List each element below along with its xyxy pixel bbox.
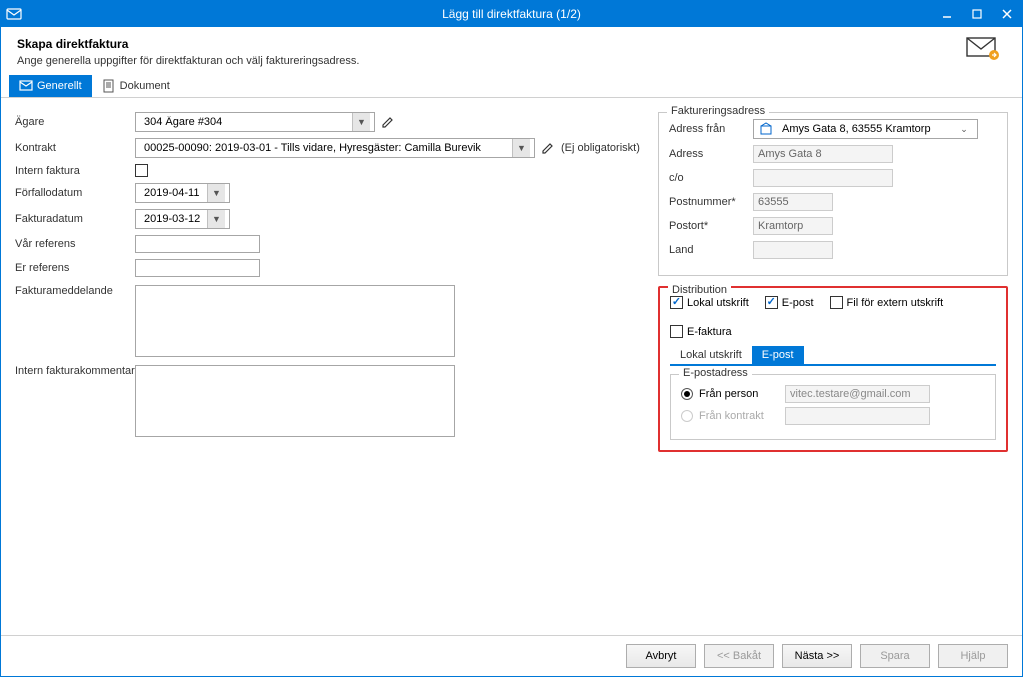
page-subtitle: Ange generella uppgifter för direktfaktu…	[17, 55, 966, 67]
owner-dropdown[interactable]: 304 Ägare #304 ▼	[135, 112, 375, 132]
address-icon	[758, 121, 774, 137]
adress-label: Adress	[669, 148, 753, 160]
window-controls	[932, 1, 1022, 27]
distribution-checkboxes: Lokal utskrift E-post Fil för extern uts…	[670, 296, 996, 338]
back-button[interactable]: << Bakåt	[704, 644, 774, 668]
contract-optional-note: (Ej obligatoriskt)	[561, 142, 640, 154]
window-title: Lägg till direktfaktura (1/2)	[1, 7, 1022, 21]
internal-invoice-label: Intern faktura	[15, 165, 135, 177]
epost-address-group: E-postadress Från person Från kontrakt	[670, 374, 996, 440]
invoice-date-value: 2019-03-12	[140, 213, 207, 225]
contract-label: Kontrakt	[15, 142, 135, 154]
your-ref-label: Er referens	[15, 262, 135, 274]
save-button[interactable]: Spara	[860, 644, 930, 668]
tab-generellt-label: Generellt	[37, 80, 82, 92]
efaktura-checkbox[interactable]: E-faktura	[670, 325, 732, 338]
land-value	[753, 241, 833, 259]
contract-edit-button[interactable]	[539, 139, 557, 157]
contract-dropdown[interactable]: 00025-00090: 2019-03-01 - Tills vidare, …	[135, 138, 535, 158]
internal-invoice-checkbox[interactable]	[135, 164, 148, 177]
local-print-checkbox[interactable]: Lokal utskrift	[670, 296, 749, 309]
billing-address-group: Faktureringsadress Adress från Amys Gata…	[658, 112, 1008, 276]
billing-address-legend: Faktureringsadress	[667, 105, 769, 117]
owner-value: 304 Ägare #304	[140, 116, 352, 128]
invoice-date-picker[interactable]: 2019-03-12 ▼	[135, 209, 230, 229]
address-from-label: Adress från	[669, 123, 753, 135]
chevron-down-icon: ▼	[207, 184, 225, 202]
content: Ägare 304 Ägare #304 ▼ Kontrakt 00025-00…	[1, 98, 1022, 635]
right-column: Faktureringsadress Adress från Amys Gata…	[658, 112, 1008, 635]
distribution-highlight: Distribution Lokal utskrift E-post Fil f…	[658, 286, 1008, 452]
local-print-label: Lokal utskrift	[687, 297, 749, 309]
chevron-down-icon: ▼	[352, 113, 370, 131]
address-from-dropdown[interactable]: Amys Gata 8, 63555 Kramtorp ⌄	[753, 119, 978, 139]
from-contract-radio: Från kontrakt	[681, 407, 985, 425]
contract-value: 00025-00090: 2019-03-01 - Tills vidare, …	[140, 142, 512, 154]
document-icon	[102, 79, 116, 93]
maximize-button[interactable]	[962, 1, 992, 27]
next-button[interactable]: Nästa >>	[782, 644, 852, 668]
left-column: Ägare 304 Ägare #304 ▼ Kontrakt 00025-00…	[15, 112, 640, 635]
header-mail-icon	[966, 37, 1006, 66]
epost-checkbox[interactable]: E-post	[765, 296, 814, 309]
land-label: Land	[669, 244, 753, 256]
mail-icon	[19, 79, 33, 93]
owner-label: Ägare	[15, 116, 135, 128]
footer: Avbryt << Bakåt Nästa >> Spara Hjälp	[1, 635, 1022, 676]
internal-comment-textarea[interactable]	[135, 365, 455, 437]
due-date-value: 2019-04-11	[140, 187, 207, 199]
owner-edit-button[interactable]	[379, 113, 397, 131]
main-tabs: Generellt Dokument	[1, 75, 1022, 98]
from-person-email	[785, 385, 930, 403]
our-ref-input[interactable]	[135, 235, 260, 253]
help-button[interactable]: Hjälp	[938, 644, 1008, 668]
from-person-radio[interactable]: Från person	[681, 385, 985, 403]
postnr-value: 63555	[753, 193, 833, 211]
from-contract-email	[785, 407, 930, 425]
address-from-value: Amys Gata 8, 63555 Kramtorp	[778, 123, 955, 135]
minimize-button[interactable]	[932, 1, 962, 27]
tab-generellt[interactable]: Generellt	[9, 75, 92, 97]
from-person-label: Från person	[699, 388, 779, 400]
invoice-message-label: Fakturameddelande	[15, 285, 135, 297]
file-external-label: Fil för extern utskrift	[847, 297, 944, 309]
page-title: Skapa direktfaktura	[17, 37, 966, 51]
distribution-group: Distribution Lokal utskrift E-post Fil f…	[660, 288, 1006, 450]
app-icon	[1, 7, 27, 21]
co-label: c/o	[669, 172, 753, 184]
subtab-epost[interactable]: E-post	[752, 346, 804, 364]
subtab-local-print[interactable]: Lokal utskrift	[670, 346, 752, 364]
postort-value: Kramtorp	[753, 217, 833, 235]
header: Skapa direktfaktura Ange generella uppgi…	[1, 27, 1022, 75]
distribution-subtabs: Lokal utskrift E-post	[670, 346, 996, 366]
chevron-down-icon: ▼	[512, 139, 530, 157]
co-value	[753, 169, 893, 187]
close-button[interactable]	[992, 1, 1022, 27]
file-external-checkbox[interactable]: Fil för extern utskrift	[830, 296, 944, 309]
internal-comment-label: Intern fakturakommentar	[15, 365, 135, 377]
radio-dot-icon	[681, 388, 693, 400]
efaktura-label: E-faktura	[687, 326, 732, 338]
titlebar: Lägg till direktfaktura (1/2)	[1, 1, 1022, 27]
due-date-picker[interactable]: 2019-04-11 ▼	[135, 183, 230, 203]
radio-dot-icon	[681, 410, 693, 422]
tab-dokument[interactable]: Dokument	[92, 75, 180, 97]
your-ref-input[interactable]	[135, 259, 260, 277]
tab-dokument-label: Dokument	[120, 80, 170, 92]
chevron-down-icon: ▼	[207, 210, 225, 228]
cancel-button[interactable]: Avbryt	[626, 644, 696, 668]
due-date-label: Förfallodatum	[15, 187, 135, 199]
postort-label: Postort*	[669, 220, 753, 232]
adress-value: Amys Gata 8	[753, 145, 893, 163]
epost-label: E-post	[782, 297, 814, 309]
epost-address-legend: E-postadress	[679, 367, 752, 379]
from-contract-label: Från kontrakt	[699, 410, 779, 422]
invoice-date-label: Fakturadatum	[15, 213, 135, 225]
invoice-message-textarea[interactable]	[135, 285, 455, 357]
chevron-down-icon: ⌄	[955, 120, 973, 138]
our-ref-label: Vår referens	[15, 238, 135, 250]
distribution-legend: Distribution	[668, 284, 731, 296]
dialog-window: Lägg till direktfaktura (1/2) Skapa dire…	[0, 0, 1023, 677]
postnr-label: Postnummer*	[669, 196, 753, 208]
